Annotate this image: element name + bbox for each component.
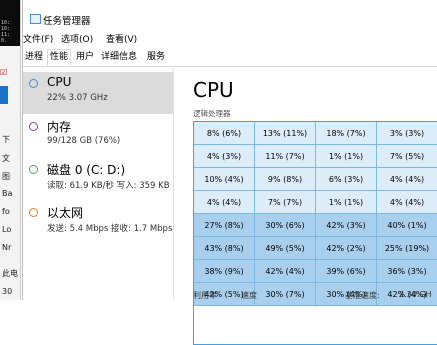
processor-cell: 13% (11%): [255, 122, 316, 145]
processor-cell: 4% (4%): [377, 168, 437, 191]
resource-detail: 99/128 GB (76%): [47, 136, 121, 146]
resource-item[interactable]: 以太网发送: 5.4 Mbps 接收: 1.7 Mbps: [23, 201, 173, 243]
processor-cell: 10% (4%): [194, 168, 255, 191]
bg-text-fragment: 文: [2, 154, 10, 163]
resource-name: 以太网: [47, 206, 84, 220]
terminal-window-fragment: 10: 10: 11: 0.: [0, 0, 20, 46]
processor-cell: 42% (3%): [316, 214, 377, 237]
title-bar[interactable]: 任务管理器: [23, 0, 437, 30]
resource-name: 磁盘 0 (C: D:): [47, 163, 126, 177]
resource-graph-icon: [29, 122, 38, 131]
resource-item[interactable]: CPU 22% 3.07 GHz: [23, 72, 173, 114]
processor-cell: 36% (3%): [377, 260, 437, 283]
tab-users[interactable]: 用户: [74, 50, 96, 65]
background-windows: 10: 10: 11: 0. ☑ 下 文 图 Ba fo Lo Nr 此电 30: [0, 0, 21, 300]
bg-text-fragment: 此电: [2, 269, 18, 278]
bg-text-fragment: Ba: [2, 189, 13, 198]
processor-cell: 18% (7%): [316, 122, 377, 145]
processor-cell: 8% (6%): [194, 122, 255, 145]
resource-item[interactable]: 磁盘 0 (C: D:) 读取: 61.9 KB/秒 写入: 359 KB: [23, 158, 173, 200]
menu-bar: 文件(F) 选项(O) 查看(V): [23, 29, 437, 46]
processor-cell: 4% (4%): [194, 191, 255, 214]
cpu-panel: CPU 逻辑处理器 8% (6%) 13% (11%) 18% (7%) 3% (3%…: [193, 68, 437, 345]
processor-cell: 42% (4%): [255, 260, 316, 283]
processor-cell: 39% (6%): [316, 260, 377, 283]
resource-graph-icon: [29, 79, 38, 88]
panel-title: CPU: [193, 78, 234, 102]
processor-cell: 27% (8%): [194, 214, 255, 237]
processor-cell: 42% (2%): [316, 237, 377, 260]
task-manager-window: 任务管理器 文件(F) 选项(O) 查看(V) 进程 性能 用户 详细信息 服务…: [22, 0, 437, 345]
processor-cell: 1% (1%): [316, 191, 377, 214]
resource-detail: 读取: 61.9 KB/秒 写入: 359 KB: [47, 181, 170, 191]
task-manager-icon: [30, 14, 41, 24]
window-title: 任务管理器: [43, 16, 91, 27]
resource-item[interactable]: 内存 99/128 GB (76%): [23, 115, 173, 157]
tab-bar: 进程 性能 用户 详细信息 服务: [23, 47, 437, 67]
menu-view[interactable]: 查看(V): [106, 32, 137, 45]
bg-text-fragment: 下: [2, 135, 10, 144]
resource-graph-icon: [29, 165, 38, 174]
processor-cell: 30% (6%): [255, 214, 316, 237]
processor-cell: 38% (9%): [194, 260, 255, 283]
processor-cell: 43% (8%): [194, 237, 255, 260]
bg-text-fragment: 30: [2, 287, 13, 296]
tab-services[interactable]: 服务: [145, 50, 167, 65]
bg-text-fragment: 图: [2, 172, 10, 181]
logical-processors-label: 逻辑处理器: [193, 109, 231, 118]
processor-cell: 7% (5%): [377, 145, 437, 168]
resource-graph-icon: [29, 208, 38, 217]
processor-cell: 6% (3%): [316, 168, 377, 191]
tab-performance[interactable]: 性能: [47, 49, 72, 66]
tab-processes[interactable]: 进程: [23, 50, 45, 65]
resource-name: CPU: [47, 75, 72, 89]
processor-cell: 25% (19%): [377, 237, 437, 260]
resource-list: CPU 22% 3.07 GHz 内存 99/128 GB (76%) 磁盘 0 (C:…: [23, 68, 174, 300]
speed-label: 速度: [241, 291, 257, 300]
utilization-label: 利用率: [193, 291, 217, 300]
processor-cell: 30% (7%): [255, 283, 316, 306]
bg-text-fragment: Lo: [2, 225, 12, 234]
processor-cell: 40% (1%): [377, 214, 437, 237]
processor-cell: 4% (3%): [194, 145, 255, 168]
processor-cell: 9% (8%): [255, 168, 316, 191]
menu-options[interactable]: 选项(O): [61, 32, 93, 45]
bg-text-fragment: Nr: [2, 243, 12, 252]
processor-cell: 4% (4%): [377, 191, 437, 214]
resource-detail: 发送: 5.4 Mbps 接收: 1.7 Mbps: [47, 224, 173, 234]
processor-cell: 49% (5%): [255, 237, 316, 260]
processor-cell: 3% (3%): [377, 122, 437, 145]
base-speed-value: 2.30 GH: [399, 290, 432, 299]
tab-details[interactable]: 详细信息: [99, 50, 139, 65]
resource-detail: 22% 3.07 GHz: [47, 93, 108, 103]
checkbox-icon: ☑: [0, 68, 8, 77]
selected-item-fragment: [0, 86, 8, 104]
processor-cell: 11% (7%): [255, 145, 316, 168]
processor-cell: 7% (7%): [255, 191, 316, 214]
processor-cell: 1% (1%): [316, 145, 377, 168]
logical-processor-grid: 8% (6%) 13% (11%) 18% (7%) 3% (3%) 4% (3%) 11…: [193, 121, 437, 345]
resource-name: 内存: [47, 120, 72, 134]
menu-file[interactable]: 文件(F): [23, 32, 53, 45]
base-speed-label: 基准速度:: [345, 291, 380, 300]
bg-text-fragment: fo: [2, 207, 10, 216]
terminal-line: 0.: [1, 38, 8, 44]
